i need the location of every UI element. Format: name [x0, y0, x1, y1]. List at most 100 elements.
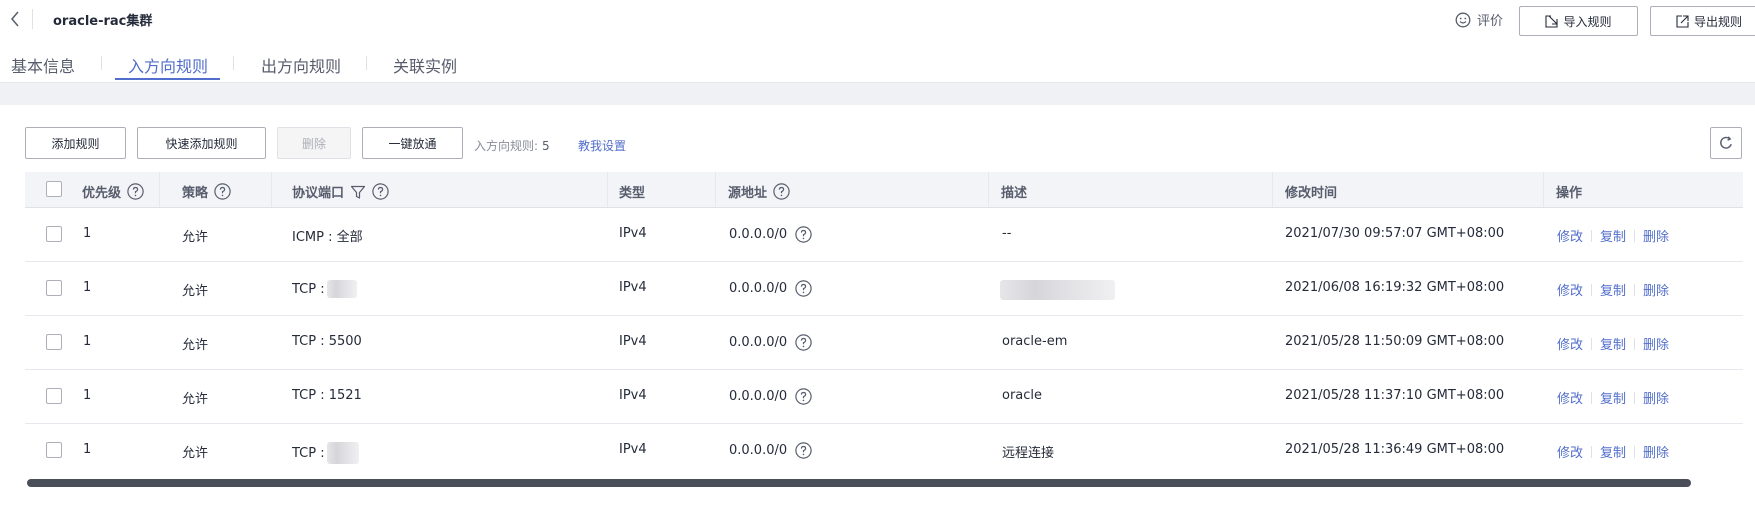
scrollbar-thumb[interactable]: [27, 479, 1691, 487]
delete-link[interactable]: 删除: [1643, 226, 1669, 245]
column-header-priority: 优先级: [82, 182, 144, 201]
help-icon[interactable]: [127, 183, 144, 200]
horizontal-scrollbar[interactable]: [25, 478, 1743, 488]
help-icon[interactable]: [795, 388, 812, 405]
column-header-type: 类型: [619, 186, 646, 201]
column-header-modified-time: 修改时间: [1285, 186, 1338, 201]
redacted-description: [1000, 280, 1115, 300]
modify-link[interactable]: 修改: [1557, 388, 1583, 407]
modify-link[interactable]: 修改: [1557, 280, 1583, 299]
delete-link[interactable]: 删除: [1643, 388, 1669, 407]
modify-link[interactable]: 修改: [1557, 226, 1583, 245]
tab-outbound-rules[interactable]: 出方向规则: [261, 53, 341, 77]
redacted-port: [326, 280, 357, 298]
help-icon[interactable]: [773, 183, 790, 200]
modify-link[interactable]: 修改: [1557, 442, 1583, 461]
column-divider: [271, 172, 272, 207]
source-cell: 0.0.0.0/0: [729, 334, 812, 351]
description-cell: --: [1002, 226, 1012, 241]
feedback-label: 评价: [1477, 14, 1504, 29]
tab-divider: [101, 56, 102, 70]
tab-divider: [233, 56, 234, 70]
action-divider: [1591, 229, 1593, 242]
filter-icon[interactable]: [350, 184, 366, 200]
import-icon: [1545, 14, 1559, 28]
tab-associated-instances[interactable]: 关联实例: [393, 53, 457, 77]
page-title: oracle-rac集群: [53, 14, 153, 29]
action-divider: [1591, 283, 1593, 296]
column-divider: [1272, 172, 1273, 207]
column-header-source: 源地址: [728, 182, 790, 201]
table-row: 1 允许 TCP : 1521 IPv4 0.0.0.0/0 oracle 20…: [25, 370, 1743, 424]
policy-cell: 允许: [182, 230, 209, 245]
type-cell: IPv4: [619, 334, 647, 349]
top-bar: oracle-rac集群 评价 导入规则 导出规则: [0, 0, 1755, 40]
action-divider: [1591, 391, 1593, 404]
help-icon[interactable]: [372, 183, 389, 200]
import-rules-button[interactable]: 导入规则: [1519, 6, 1638, 36]
export-rules-button[interactable]: 导出规则: [1650, 6, 1755, 36]
row-checkbox[interactable]: [46, 442, 62, 458]
source-cell: 0.0.0.0/0: [729, 280, 812, 297]
back-icon[interactable]: [6, 8, 24, 30]
description-cell: oracle-em: [1002, 334, 1068, 349]
tab-basic-info[interactable]: 基本信息: [11, 53, 75, 77]
row-checkbox[interactable]: [46, 388, 62, 404]
export-label: 导出规则: [1693, 14, 1742, 29]
column-header-actions: 操作: [1556, 186, 1583, 201]
copy-link[interactable]: 复制: [1600, 388, 1626, 407]
table-header: 优先级 策略 协议端口 类型 源地址 描述 修改时间 操作: [25, 172, 1743, 208]
action-divider: [1591, 337, 1593, 350]
add-rule-button[interactable]: 添加规则: [25, 127, 126, 159]
copy-link[interactable]: 复制: [1600, 280, 1626, 299]
redacted-port: [326, 442, 359, 464]
action-divider: [1634, 229, 1636, 242]
protocol-port-cell: TCP :: [292, 280, 357, 298]
quick-add-rule-button[interactable]: 快速添加规则: [137, 127, 266, 159]
source-cell: 0.0.0.0/0: [729, 226, 812, 243]
help-icon[interactable]: [795, 334, 812, 351]
description-cell: oracle: [1002, 388, 1043, 403]
smiley-icon: [1455, 12, 1471, 27]
rule-count: 入方向规则: 5: [474, 137, 550, 154]
help-icon[interactable]: [214, 183, 231, 200]
table-row: 1 允许 TCP : IPv4 0.0.0.0/0 远程连接 2021/05/2…: [25, 424, 1743, 477]
copy-link[interactable]: 复制: [1600, 226, 1626, 245]
policy-cell: 允许: [182, 338, 209, 353]
action-divider: [1634, 445, 1636, 458]
protocol-port-cell: TCP : 5500: [292, 334, 362, 349]
help-icon[interactable]: [795, 226, 812, 243]
actions-cell: 修改 复制 删除: [1557, 388, 1669, 407]
help-link[interactable]: 教我设置: [578, 137, 626, 154]
delete-button[interactable]: 删除: [277, 127, 351, 159]
help-icon[interactable]: [795, 280, 812, 297]
column-header-protocol-port: 协议端口: [292, 182, 389, 201]
rule-count-value: 5: [542, 139, 550, 153]
feedback-button[interactable]: 评价: [1455, 10, 1503, 29]
delete-link[interactable]: 删除: [1643, 334, 1669, 353]
row-checkbox[interactable]: [46, 280, 62, 296]
column-divider: [715, 172, 716, 207]
refresh-button[interactable]: [1710, 127, 1742, 159]
modify-link[interactable]: 修改: [1557, 334, 1583, 353]
help-icon[interactable]: [795, 442, 812, 459]
copy-link[interactable]: 复制: [1600, 334, 1626, 353]
row-checkbox[interactable]: [46, 226, 62, 242]
select-all-checkbox[interactable]: [46, 181, 62, 197]
delete-link[interactable]: 删除: [1643, 442, 1669, 461]
description-cell: 远程连接: [1002, 446, 1055, 461]
description-cell: [1000, 280, 1115, 300]
modified-time-cell: 2021/05/28 11:50:09 GMT+08:00: [1285, 334, 1505, 349]
divider: [32, 9, 33, 29]
action-divider: [1634, 283, 1636, 296]
action-divider: [1591, 445, 1593, 458]
action-divider: [1634, 391, 1636, 404]
tab-inbound-rules[interactable]: 入方向规则: [128, 53, 208, 77]
delete-link[interactable]: 删除: [1643, 280, 1669, 299]
copy-link[interactable]: 复制: [1600, 442, 1626, 461]
modified-time-cell: 2021/07/30 09:57:07 GMT+08:00: [1285, 226, 1505, 241]
source-cell: 0.0.0.0/0: [729, 388, 812, 405]
policy-cell: 允许: [182, 446, 209, 461]
row-checkbox[interactable]: [46, 334, 62, 350]
one-click-allow-button[interactable]: 一键放通: [362, 127, 463, 159]
